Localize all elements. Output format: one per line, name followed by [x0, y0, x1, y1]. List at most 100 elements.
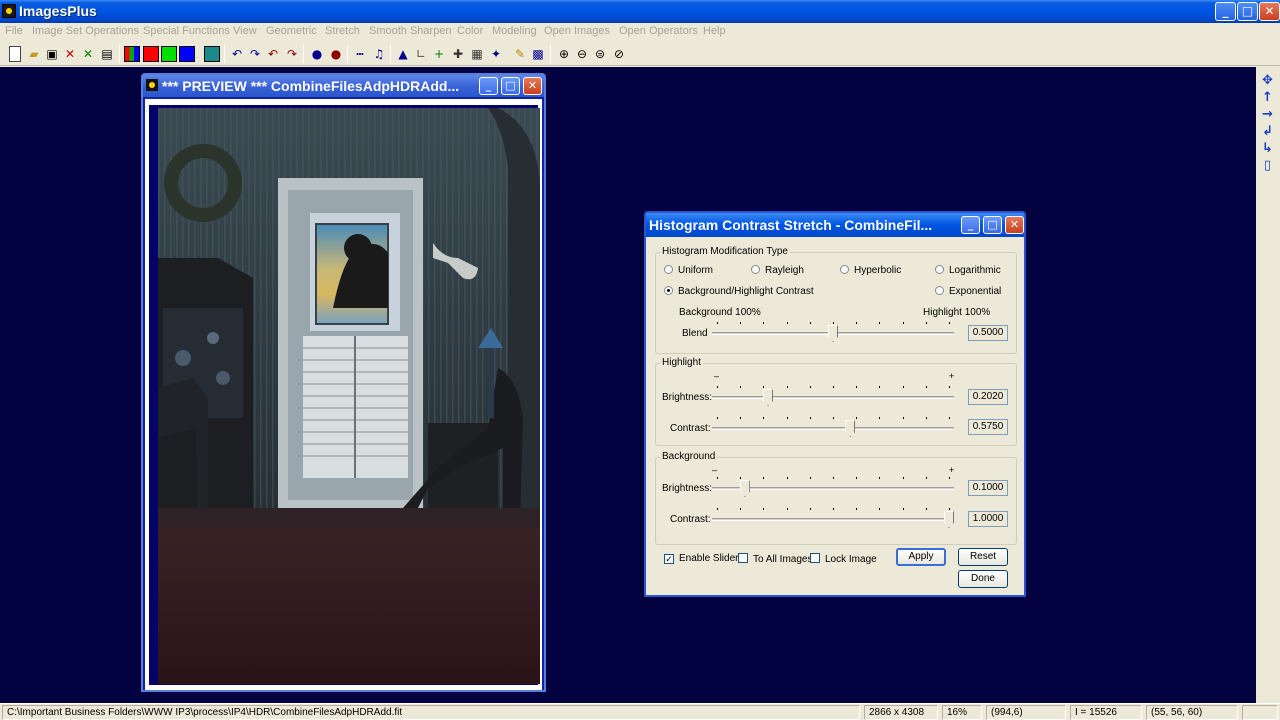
open-icon[interactable]: ▰ — [26, 46, 42, 62]
blue-channel-icon[interactable] — [179, 46, 195, 62]
dialog-close-button[interactable]: ✕ — [1005, 216, 1024, 234]
close-image-icon[interactable]: ✕ — [62, 46, 78, 62]
menu-image-set-operations[interactable]: Image Set Operations — [32, 25, 139, 37]
radio-background-highlight[interactable]: Background/Highlight Contrast — [664, 286, 814, 297]
highlight-brightness-slider[interactable] — [712, 386, 954, 406]
slider-tick — [879, 322, 881, 324]
red-channel-icon[interactable] — [143, 46, 159, 62]
reset-button[interactable]: Reset — [958, 548, 1008, 566]
luminance-icon[interactable] — [204, 46, 220, 62]
background-contrast-slider[interactable] — [712, 508, 954, 528]
background-brightness-value[interactable]: 0.1000 — [968, 480, 1008, 496]
curves-icon[interactable]: ▲ — [395, 46, 411, 62]
slider-tick — [763, 322, 765, 324]
arrow-right-icon[interactable]: → — [1259, 107, 1276, 122]
menu-open-operators[interactable]: Open Operators — [619, 25, 698, 37]
dialog-titlebar[interactable]: Histogram Contrast Stretch - CombineFil.… — [646, 213, 1024, 237]
zoom-fit-icon[interactable]: ⊜ — [592, 46, 608, 62]
menu-help[interactable]: Help — [703, 25, 726, 37]
zoom-in-icon[interactable]: ⊕ — [556, 46, 572, 62]
radio-rayleigh[interactable]: Rayleigh — [751, 265, 804, 276]
crosshair-icon[interactable]: + — [431, 46, 447, 62]
zoom-actual-icon[interactable]: ⊘ — [611, 46, 627, 62]
enable-slider-checkbox[interactable]: ✓ Enable Slider — [664, 553, 738, 564]
lock-image-checkbox[interactable]: Lock Image — [810, 553, 877, 565]
radio-background-highlight-label: Background/Highlight Contrast — [678, 286, 814, 297]
close-all-icon[interactable]: ✕ — [80, 46, 96, 62]
menu-color[interactable]: Color — [457, 25, 483, 37]
menu-view[interactable]: View — [233, 25, 257, 37]
highlight-contrast-label: Contrast: — [670, 423, 711, 434]
copy-icon[interactable]: ▯ — [1259, 158, 1276, 173]
grid-icon[interactable]: ▩ — [530, 46, 546, 62]
zoom-out-icon[interactable]: ⊖ — [574, 46, 590, 62]
radio-logarithmic-dot — [935, 265, 944, 274]
preview-minimize-button[interactable]: _ — [479, 77, 498, 95]
axis-icon[interactable]: ∟ — [413, 46, 429, 62]
slider-tick — [740, 417, 742, 419]
rotate-right-icon[interactable]: ↳ — [1259, 141, 1276, 156]
radio-hyperbolic[interactable]: Hyperbolic — [840, 265, 901, 276]
green-channel-icon[interactable] — [161, 46, 177, 62]
preview-titlebar[interactable]: *** PREVIEW *** CombineFilesAdpHDRAdd...… — [143, 75, 544, 97]
menu-file[interactable]: File — [5, 25, 23, 37]
arrow-up-icon[interactable]: ↑ — [1259, 90, 1276, 105]
blend-slider[interactable] — [712, 322, 954, 342]
blend-value[interactable]: 0.5000 — [968, 325, 1008, 341]
print-icon[interactable]: ▤ — [99, 46, 115, 62]
dotted-line-icon[interactable]: ┅ — [352, 46, 368, 62]
save-icon[interactable]: ▣ — [44, 46, 60, 62]
background-contrast-value[interactable]: 1.0000 — [968, 511, 1008, 527]
dialog-maximize-button[interactable]: □ — [983, 216, 1002, 234]
done-button[interactable]: Done — [958, 570, 1008, 588]
minimize-button[interactable]: _ — [1215, 2, 1236, 21]
radio-exponential[interactable]: Exponential — [935, 286, 1001, 297]
preview-maximize-button[interactable]: □ — [501, 77, 520, 95]
apply-button[interactable]: Apply — [896, 548, 946, 566]
preview-app-icon[interactable] — [146, 79, 158, 91]
preview-image[interactable] — [158, 108, 540, 684]
to-all-images-checkbox[interactable]: To All Images — [738, 553, 812, 565]
histogram-icon[interactable]: ♫ — [371, 46, 387, 62]
redo-all-icon[interactable]: ↷ — [284, 46, 300, 62]
menu-smooth-sharpen[interactable]: Smooth Sharpen — [369, 25, 452, 37]
stars-icon[interactable]: ✦ — [488, 46, 504, 62]
rotate-left-icon[interactable]: ↲ — [1259, 124, 1276, 139]
maximize-button[interactable]: □ — [1237, 2, 1258, 21]
menu-special-functions[interactable]: Special Functions — [143, 25, 230, 37]
move-icon[interactable]: ✥ — [1259, 73, 1276, 88]
record-icon[interactable]: ● — [309, 46, 325, 62]
dialog-minimize-button[interactable]: _ — [961, 216, 980, 234]
slider-tick — [763, 477, 765, 479]
radio-uniform[interactable]: Uniform — [664, 265, 713, 276]
background-percent-label: Background 100% — [679, 307, 761, 318]
menu-open-images[interactable]: Open Images — [544, 25, 610, 37]
menu-modeling[interactable]: Modeling — [492, 25, 537, 37]
measure-icon[interactable]: ▦ — [469, 46, 485, 62]
highlight-brightness-value[interactable]: 0.2020 — [968, 389, 1008, 405]
histogram-dialog: Histogram Contrast Stretch - CombineFil.… — [644, 211, 1026, 597]
highlight-contrast-value[interactable]: 0.5750 — [968, 419, 1008, 435]
preview-close-button[interactable]: ✕ — [523, 77, 542, 95]
close-button[interactable]: ✕ — [1259, 2, 1280, 21]
slider-tick — [879, 477, 881, 479]
app-icon[interactable] — [2, 4, 16, 18]
new-icon[interactable] — [9, 46, 21, 62]
slider-tick — [809, 477, 811, 479]
redo-icon[interactable]: ↷ — [247, 46, 263, 62]
plus-icon[interactable]: ✚ — [450, 46, 466, 62]
menu-geometric[interactable]: Geometric — [266, 25, 317, 37]
undo-icon[interactable]: ↶ — [229, 46, 245, 62]
slider-tick — [717, 386, 718, 388]
highlight-contrast-slider[interactable] — [712, 417, 954, 437]
stop-icon[interactable]: ● — [328, 46, 344, 62]
background-brightness-slider[interactable] — [712, 477, 954, 497]
slider-tick — [856, 417, 858, 419]
rgb-channels-icon[interactable] — [124, 46, 140, 62]
slider-tick — [856, 322, 858, 324]
radio-logarithmic[interactable]: Logarithmic — [935, 265, 1001, 276]
pencil-icon[interactable]: ✎ — [512, 46, 528, 62]
preview-title: *** PREVIEW *** CombineFilesAdpHDRAdd... — [162, 78, 460, 94]
undo-all-icon[interactable]: ↶ — [265, 46, 281, 62]
menu-stretch[interactable]: Stretch — [325, 25, 360, 37]
